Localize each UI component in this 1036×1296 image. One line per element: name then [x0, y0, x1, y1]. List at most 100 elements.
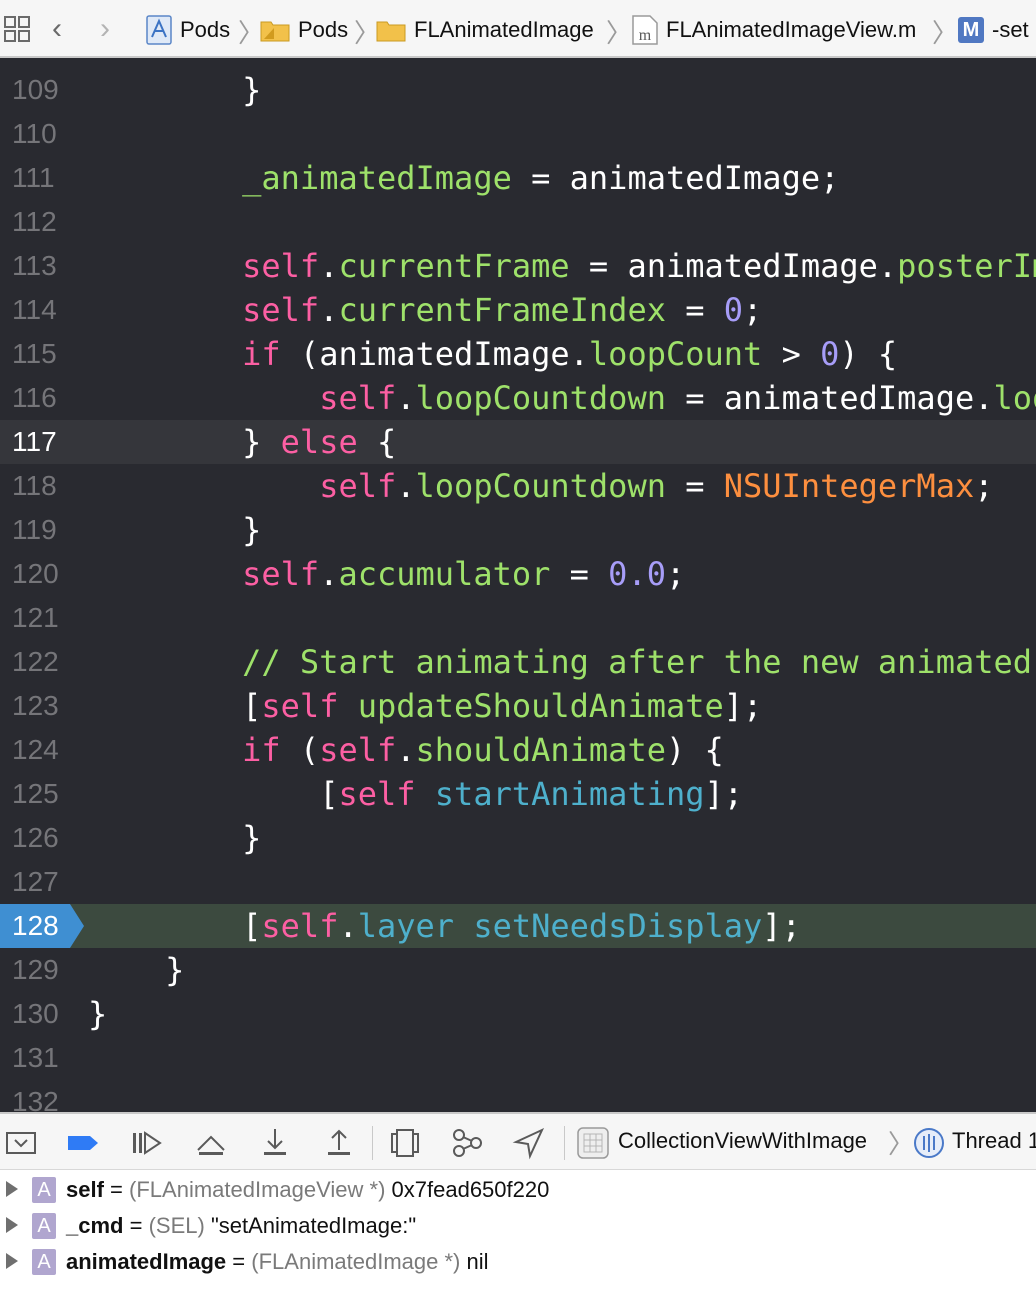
- thread-label[interactable]: Thread 1: [952, 1128, 1036, 1154]
- code-line: 116 self.loopCountdown = animatedImage.l…: [0, 376, 1036, 420]
- code-text: }: [88, 995, 108, 1033]
- line-number: 130: [12, 998, 59, 1029]
- code-line: 113 self.currentFrame = animatedImage.po…: [0, 244, 1036, 288]
- breadcrumb-file[interactable]: m FLAnimatedImageView.m: [632, 14, 916, 46]
- line-number: 128: [12, 910, 59, 941]
- line-number: 127: [12, 866, 59, 897]
- code-text: }: [88, 951, 185, 989]
- variable-value: nil: [466, 1249, 489, 1274]
- breadcrumb-folder-flanimatedimage[interactable]: FLAnimatedImage: [376, 14, 594, 46]
- hide-debug-area-icon[interactable]: [4, 1126, 38, 1160]
- app-target-icon[interactable]: [576, 1126, 610, 1160]
- line-number: 132: [12, 1086, 59, 1112]
- source-editor[interactable]: 109 } 110 111 _animatedImage = animatedI…: [0, 58, 1036, 1112]
- code-text: self.loopCountdown = NSUIntegerMax;: [319, 467, 994, 505]
- breadcrumb-label: -set: [992, 17, 1029, 42]
- breakpoints-toggle-icon[interactable]: [66, 1126, 100, 1160]
- code-line: 131: [0, 1036, 1036, 1080]
- thread-icon[interactable]: [912, 1126, 946, 1160]
- code-text: [self.layer setNeedsDisplay];: [88, 907, 801, 945]
- project-icon: [146, 15, 172, 45]
- breadcrumb-method[interactable]: M -set: [958, 14, 1029, 46]
- argument-icon: A: [32, 1249, 56, 1275]
- code-text: if (self.shouldAnimate) {: [242, 731, 724, 769]
- line-number: 121: [12, 602, 59, 633]
- toolbar-divider: [564, 1126, 565, 1160]
- line-number: 110: [12, 118, 57, 149]
- line-number: 116: [12, 382, 57, 413]
- code-text: self.loopCountdown = animatedImage.loopC…: [319, 379, 1036, 417]
- breadcrumb-project[interactable]: Pods: [146, 14, 230, 46]
- code-text: }: [88, 511, 262, 549]
- line-number: 117: [12, 426, 57, 457]
- step-into-icon[interactable]: [258, 1126, 292, 1160]
- code-text: }: [88, 819, 262, 857]
- breadcrumb-folder-pods[interactable]: Pods: [260, 14, 348, 46]
- code-line: 111 _animatedImage = animatedImage;: [0, 156, 1036, 200]
- code-line: 115 if (animatedImage.loopCount > 0) {: [0, 332, 1036, 376]
- line-number: 112: [12, 206, 57, 237]
- code-line: 129 }: [0, 948, 1036, 992]
- code-line: 127: [0, 860, 1036, 904]
- code-text: [self updateShouldAnimate];: [88, 687, 763, 725]
- line-number: 111: [12, 162, 55, 193]
- variable-equals: =: [232, 1249, 246, 1274]
- code-line: 109 }: [0, 68, 1036, 112]
- variable-value: "setAnimatedImage:": [210, 1213, 417, 1238]
- variable-row[interactable]: A self = (FLAnimatedImageView *) 0x7fead…: [0, 1172, 1036, 1208]
- disclosure-triangle-icon[interactable]: [6, 1217, 18, 1233]
- code-line: 112: [0, 200, 1036, 244]
- step-over-icon[interactable]: [194, 1126, 228, 1160]
- view-debugger-icon[interactable]: [388, 1126, 422, 1160]
- step-out-icon[interactable]: [322, 1126, 356, 1160]
- breadcrumb-label: FLAnimatedImageView.m: [666, 17, 917, 42]
- debug-bar: CollectionViewWithImage 〉 Thread 1: [0, 1112, 1036, 1170]
- continue-icon[interactable]: [130, 1126, 164, 1160]
- line-number: 109: [12, 74, 59, 105]
- line-number: 122: [12, 646, 59, 677]
- process-target-label[interactable]: CollectionViewWithImage: [618, 1128, 867, 1154]
- variable-name: animatedImage: [66, 1249, 227, 1274]
- argument-icon: A: [32, 1213, 56, 1239]
- variable-row[interactable]: A _cmd = (SEL) "setAnimatedImage:": [0, 1208, 1036, 1244]
- code-line: 130 }: [0, 992, 1036, 1036]
- variable-value: 0x7fead650f220: [391, 1177, 550, 1202]
- breadcrumb-separator-icon: 〉: [932, 19, 959, 49]
- variable-row[interactable]: A animatedImage = (FLAnimatedImage *) ni…: [0, 1244, 1036, 1280]
- variables-view: A self = (FLAnimatedImageView *) 0x7fead…: [0, 1170, 1036, 1296]
- breadcrumb-separator-icon: 〉: [888, 1130, 915, 1160]
- breadcrumb-label: Pods: [180, 17, 231, 42]
- disclosure-triangle-icon[interactable]: [6, 1181, 18, 1197]
- folder-icon: [260, 21, 290, 42]
- line-number: 124: [12, 734, 59, 765]
- method-icon: M: [958, 17, 984, 43]
- program-counter-line: 128 [self.layer setNeedsDisplay];: [0, 904, 1036, 948]
- current-line: 117 } else {: [0, 420, 1036, 464]
- code-text: self.currentFrameIndex = 0;: [242, 291, 763, 329]
- code-line: 119 }: [0, 508, 1036, 552]
- related-items-icon[interactable]: [4, 16, 32, 44]
- simulate-location-icon[interactable]: [512, 1126, 546, 1160]
- line-number: 114: [12, 294, 57, 325]
- memory-graph-icon[interactable]: [450, 1126, 484, 1160]
- objc-file-icon: m: [632, 15, 658, 45]
- variable-name: _cmd: [66, 1213, 124, 1238]
- breadcrumb-label: FLAnimatedImage: [414, 17, 594, 42]
- code-line: 132: [0, 1080, 1036, 1112]
- forward-arrow-icon[interactable]: ›: [100, 14, 110, 44]
- code-line: 110: [0, 112, 1036, 156]
- code-text: _animatedImage = animatedImage;: [242, 159, 840, 197]
- code-text: if (animatedImage.loopCount > 0) {: [242, 335, 898, 373]
- back-arrow-icon[interactable]: ‹: [52, 14, 62, 44]
- disclosure-triangle-icon[interactable]: [6, 1253, 18, 1269]
- variable-type: (FLAnimatedImageView *): [129, 1177, 386, 1202]
- jump-bar: ‹ › Pods 〉 Pods 〉 FLAnimatedImage 〉 m FL…: [0, 0, 1036, 58]
- breadcrumb-separator-icon: 〉: [606, 19, 633, 49]
- variable-name: self: [66, 1177, 104, 1202]
- breadcrumb-label: Pods: [298, 17, 349, 42]
- line-number: 120: [12, 558, 59, 589]
- variable-type: (FLAnimatedImage *): [251, 1249, 461, 1274]
- line-number: 126: [12, 822, 59, 853]
- line-number: 125: [12, 778, 59, 809]
- code-line: 118 self.loopCountdown = NSUIntegerMax;: [0, 464, 1036, 508]
